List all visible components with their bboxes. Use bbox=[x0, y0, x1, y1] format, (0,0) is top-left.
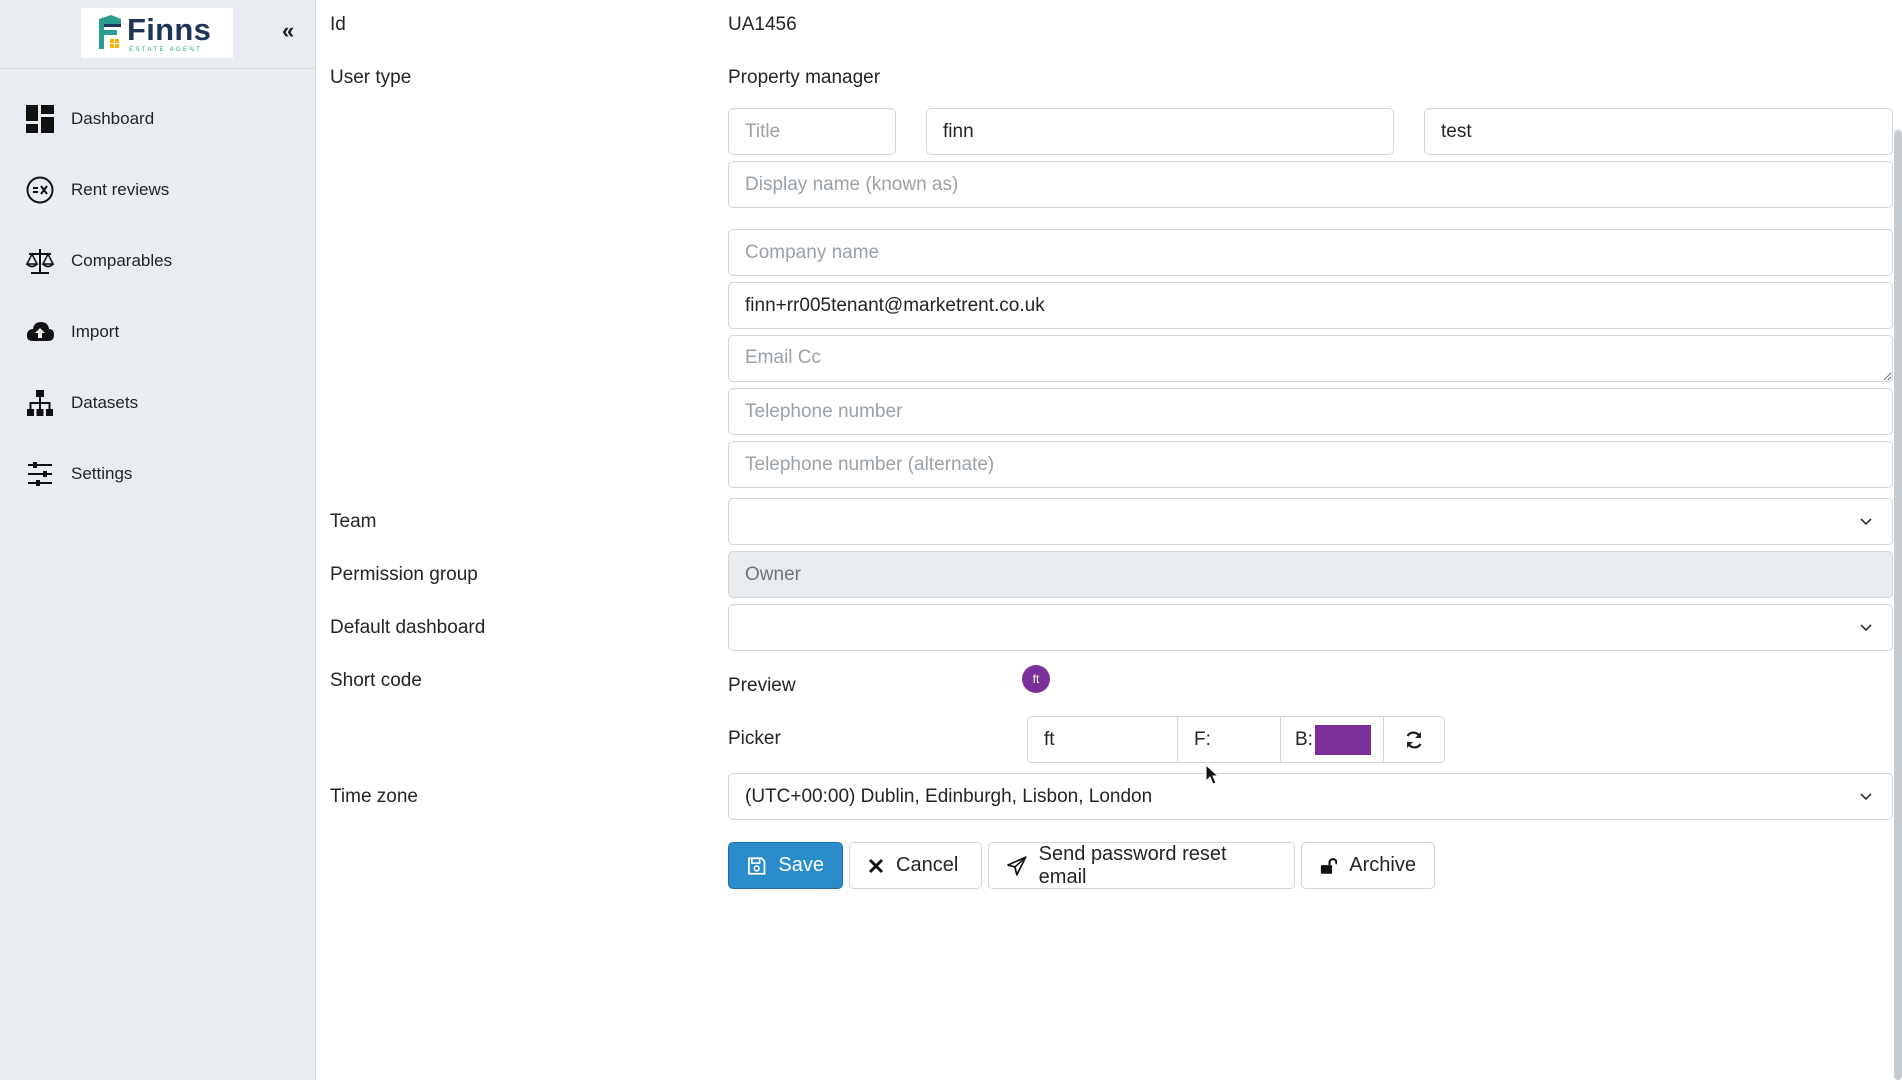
id-value: UA1456 bbox=[728, 14, 797, 35]
time-zone-label: Time zone bbox=[330, 786, 418, 807]
sidebar-item-label: Settings bbox=[71, 463, 133, 483]
short-code-picker: ft F: B: bbox=[1027, 716, 1445, 763]
mouse-cursor-icon bbox=[1205, 764, 1219, 785]
user-form: Id UA1456 User type Property manager Tea… bbox=[316, 0, 1902, 1080]
title-input[interactable] bbox=[728, 108, 896, 155]
short-code-text: ft bbox=[1044, 728, 1055, 750]
cloud-upload-icon bbox=[25, 317, 55, 347]
time-zone-value: (UTC+00:00) Dublin, Edinburgh, Lisbon, L… bbox=[745, 785, 1153, 807]
dashboard-icon bbox=[25, 104, 55, 134]
refresh-button[interactable] bbox=[1384, 717, 1444, 762]
sidebar-item-label: Rent reviews bbox=[71, 179, 170, 199]
floppy-disk-icon bbox=[748, 856, 766, 875]
display-name-input[interactable] bbox=[728, 161, 1893, 208]
team-select[interactable] bbox=[728, 498, 1893, 545]
sidebar-item-rent-reviews[interactable]: Rent reviews bbox=[0, 154, 315, 225]
sidebar-item-label: Import bbox=[71, 321, 120, 341]
foreground-label: F: bbox=[1194, 728, 1211, 750]
finns-logo[interactable]: Finns ESTATE AGENT bbox=[81, 8, 233, 58]
last-name-input[interactable] bbox=[1424, 108, 1893, 155]
sidebar: Finns ESTATE AGENT « Dashboard Rent revi… bbox=[0, 0, 316, 1080]
background-label: B: bbox=[1295, 728, 1313, 750]
close-icon bbox=[868, 858, 884, 873]
default-dashboard-select[interactable] bbox=[728, 604, 1893, 651]
preview-label: Preview bbox=[728, 675, 796, 696]
foreground-color-picker[interactable]: F: bbox=[1178, 717, 1281, 762]
email-input[interactable] bbox=[728, 282, 1893, 329]
chevron-down-icon bbox=[1860, 624, 1872, 632]
sidebar-item-comparables[interactable]: Comparables bbox=[0, 225, 315, 296]
refresh-icon bbox=[1406, 731, 1422, 748]
telephone-alt-input[interactable] bbox=[728, 441, 1893, 488]
sidebar-item-dashboard[interactable]: Dashboard bbox=[0, 83, 315, 154]
short-code-label: Short code bbox=[330, 670, 422, 691]
cancel-label: Cancel bbox=[896, 854, 959, 876]
cancel-button[interactable]: Cancel bbox=[849, 842, 982, 889]
background-swatch bbox=[1314, 724, 1371, 755]
sidebar-nav: Dashboard Rent reviews Comparables Impor… bbox=[0, 69, 315, 509]
sidebar-item-label: Comparables bbox=[71, 250, 173, 270]
sidebar-item-settings[interactable]: Settings bbox=[0, 438, 315, 509]
vertical-scrollbar[interactable] bbox=[1894, 130, 1902, 1080]
archive-button[interactable]: Archive bbox=[1301, 842, 1435, 889]
sidebar-item-import[interactable]: Import bbox=[0, 296, 315, 367]
short-code-text-field[interactable]: ft bbox=[1028, 717, 1178, 762]
archive-label: Archive bbox=[1349, 854, 1416, 876]
paper-plane-icon bbox=[1007, 855, 1027, 876]
send-password-reset-label: Send password reset email bbox=[1038, 842, 1227, 888]
chevron-down-icon bbox=[1860, 518, 1872, 526]
user-type-value: Property manager bbox=[728, 67, 881, 88]
sliders-icon bbox=[25, 459, 55, 489]
background-color-picker[interactable]: B: bbox=[1281, 717, 1384, 762]
team-label: Team bbox=[330, 511, 377, 532]
company-name-input[interactable] bbox=[728, 229, 1893, 276]
rent-reviews-icon bbox=[25, 175, 55, 205]
first-name-input[interactable] bbox=[926, 108, 1394, 155]
chevron-down-icon bbox=[1860, 793, 1872, 801]
logo-mark-icon bbox=[95, 15, 123, 51]
user-type-label: User type bbox=[330, 67, 412, 88]
email-cc-textarea[interactable] bbox=[728, 335, 1893, 382]
sitemap-icon bbox=[25, 388, 55, 418]
permission-group-field bbox=[728, 551, 1893, 598]
default-dashboard-label: Default dashboard bbox=[330, 617, 486, 638]
save-label: Save bbox=[778, 854, 824, 876]
sidebar-item-datasets[interactable]: Datasets bbox=[0, 367, 315, 438]
telephone-input[interactable] bbox=[728, 388, 1893, 435]
picker-label: Picker bbox=[728, 728, 781, 749]
logo-name: Finns bbox=[127, 11, 212, 47]
save-button[interactable]: Save bbox=[728, 842, 843, 889]
sidebar-item-label: Datasets bbox=[71, 392, 139, 412]
short-code-avatar: ft bbox=[1022, 665, 1050, 693]
permission-group-label: Permission group bbox=[330, 564, 478, 585]
brand-bar: Finns ESTATE AGENT « bbox=[0, 0, 315, 69]
scales-icon bbox=[25, 246, 55, 276]
send-password-reset-button[interactable]: Send password reset email bbox=[988, 842, 1295, 889]
unlock-icon bbox=[1320, 857, 1338, 874]
app-window: Finns ESTATE AGENT « Dashboard Rent revi… bbox=[0, 0, 1902, 1080]
foreground-swatch bbox=[1218, 724, 1259, 755]
sidebar-item-label: Dashboard bbox=[71, 108, 155, 128]
collapse-sidebar-icon[interactable]: « bbox=[282, 18, 294, 44]
time-zone-select[interactable]: (UTC+00:00) Dublin, Edinburgh, Lisbon, L… bbox=[728, 773, 1893, 820]
logo-tagline: ESTATE AGENT bbox=[129, 46, 203, 53]
id-label: Id bbox=[330, 14, 346, 35]
